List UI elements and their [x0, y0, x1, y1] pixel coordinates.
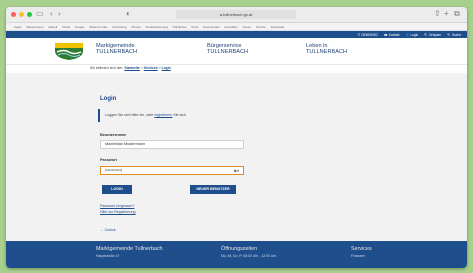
new-tab-icon[interactable]: + [444, 9, 449, 19]
bookmark-item[interactable]: Wissenswert [27, 25, 44, 29]
breadcrumb-prefix: Sie befinden sich hier: [90, 66, 124, 70]
login-button[interactable]: LOGIN [102, 185, 132, 194]
bookmark-item[interactable]: Nützliches [173, 25, 187, 29]
footer-address: Marktgemeinde Tullnerbach Hauptstraße 47 [96, 246, 163, 258]
footer-title: Marktgemeinde Tullnerbach [96, 246, 163, 252]
main-content: Login Loggen Sie sich bitte ein, oder re… [6, 73, 467, 241]
topbar-login-link[interactable]: 👤 Login [406, 33, 419, 37]
footer-text: Hauptstraße 47 [96, 254, 120, 258]
login-notice: Loggen Sie sich bitte ein, oder registri… [98, 109, 298, 122]
password-label: Passwort [100, 158, 117, 162]
footer-services: Services Finanzen [351, 246, 372, 258]
footer-text: Mo, Mi, Do, Fr 08:00 Uhr - 12:00 Uhr [221, 254, 277, 258]
nav-buergerservice[interactable]: Bürgerservice TULLNERBACH [207, 43, 248, 56]
forgot-password-link[interactable]: Passwort vergessen? [100, 204, 134, 208]
bookmark-item[interactable]: Kinderbetreuung [146, 25, 168, 29]
bookmark-item[interactable]: Neues [242, 25, 251, 29]
shield-icon[interactable]: ◐ [126, 9, 131, 19]
tabs-overview-icon[interactable]: ⧉ [454, 9, 460, 19]
back-arrow-icon[interactable]: ‹ [50, 9, 53, 19]
password-value: ••••••••••••| [105, 168, 122, 172]
password-field[interactable]: ••••••••••••| ◉▾ [100, 166, 244, 175]
share-icon[interactable]: ⇪ [434, 9, 441, 19]
bookmarks-bar: Apple Wissenswert Aktuell Cloud Google W… [6, 23, 467, 31]
username-value: Maximilian Mustermann [105, 142, 146, 146]
bookmark-item[interactable]: Service [256, 25, 266, 29]
topbar-ortsplan-link[interactable]: 🔍 Ortsplan [424, 33, 441, 37]
bookmark-item[interactable]: Download [271, 25, 284, 29]
notice-text-suffix: Sie sich. [173, 113, 187, 117]
footer-title[interactable]: Services [351, 246, 372, 252]
bookmark-item[interactable]: Aktuell [48, 25, 57, 29]
breadcrumb-services[interactable]: Services [144, 66, 158, 70]
breadcrumb-separator: > [158, 66, 161, 70]
sidebar-icon[interactable]: ▭ [36, 9, 44, 19]
topbar-suche-link[interactable]: 🔍 Suche [447, 33, 461, 37]
window-controls [11, 12, 32, 17]
new-user-button[interactable]: NEUER BENUTZER [190, 185, 236, 194]
topbar-kontakt-link[interactable]: ☎ Kontakt [384, 33, 400, 37]
browser-window: ▭ ‹ › ◐ a.tullnerbach.gv.at ⇪ + ⧉ Apple … [6, 7, 467, 268]
maximize-window-button[interactable] [27, 12, 32, 17]
bookmark-item[interactable]: Photos [131, 25, 140, 29]
bookmark-item[interactable]: Weitere Links [89, 25, 107, 29]
bookmark-item[interactable]: Cloud [62, 25, 70, 29]
nav-sublabel: TULLNERBACH [207, 49, 249, 56]
username-label: Benutzername [100, 133, 127, 137]
bookmark-item[interactable]: Gewinnspiel [203, 25, 219, 29]
close-window-button[interactable] [11, 12, 16, 17]
footer-opening-hours: Öffnungszeiten Mo, Mi, Do, Fr 08:00 Uhr … [221, 246, 276, 258]
registration-help-link[interactable]: Hilfe zur Registrierung [100, 210, 136, 214]
site-footer: Marktgemeinde Tullnerbach Hauptstraße 47… [6, 241, 467, 268]
footer-title: Öffnungszeiten [221, 246, 258, 252]
bookmark-item[interactable]: Apple [14, 25, 22, 29]
nav-sublabel: TULLNERBACH [96, 49, 138, 56]
bookmark-item[interactable]: Preis [191, 25, 198, 29]
site-top-bar: ☰ GEMEIND2 ☎ Kontakt 👤 Login 🔍 Ortsplan … [6, 31, 467, 38]
url-text: a.tullnerbach.gv.at [219, 12, 253, 17]
browser-titlebar: ▭ ‹ › ◐ a.tullnerbach.gv.at ⇪ + ⧉ [6, 7, 467, 23]
bookmark-item[interactable]: Sammlung [112, 25, 126, 29]
nav-marktgemeinde[interactable]: Marktgemeinde TULLNERBACH [96, 43, 137, 56]
breadcrumb-startseite[interactable]: Startseite [124, 66, 139, 70]
footer-text[interactable]: Finanzen [351, 254, 372, 258]
register-link[interactable]: registrieren [154, 113, 172, 117]
site-header: Marktgemeinde TULLNERBACH Bürgerservice … [6, 38, 467, 65]
nav-leben-in[interactable]: Leben in TULLNERBACH [306, 43, 347, 56]
forward-arrow-icon[interactable]: › [58, 9, 61, 19]
bookmark-item[interactable]: Anmelden [224, 25, 238, 29]
show-password-icon[interactable]: ◉▾ [234, 167, 240, 174]
notice-text: Loggen Sie sich bitte ein, oder [105, 113, 154, 117]
address-bar[interactable]: a.tullnerbach.gv.at [176, 10, 296, 19]
breadcrumb: Sie befinden sich hier: Startseite > Ser… [90, 66, 171, 70]
bookmark-item[interactable]: Google [75, 25, 85, 29]
breadcrumb-login[interactable]: Login [162, 66, 171, 70]
breadcrumb-separator: > [140, 66, 143, 70]
page-title: Login [100, 96, 117, 102]
municipality-logo[interactable] [52, 41, 86, 61]
nav-sublabel: TULLNERBACH [306, 49, 348, 56]
username-field[interactable]: Maximilian Mustermann [100, 140, 244, 149]
minimize-window-button[interactable] [19, 12, 24, 17]
topbar-gemeinde-link[interactable]: ☰ GEMEIND2 [357, 33, 377, 37]
back-link[interactable]: ← Zurück [100, 228, 116, 232]
